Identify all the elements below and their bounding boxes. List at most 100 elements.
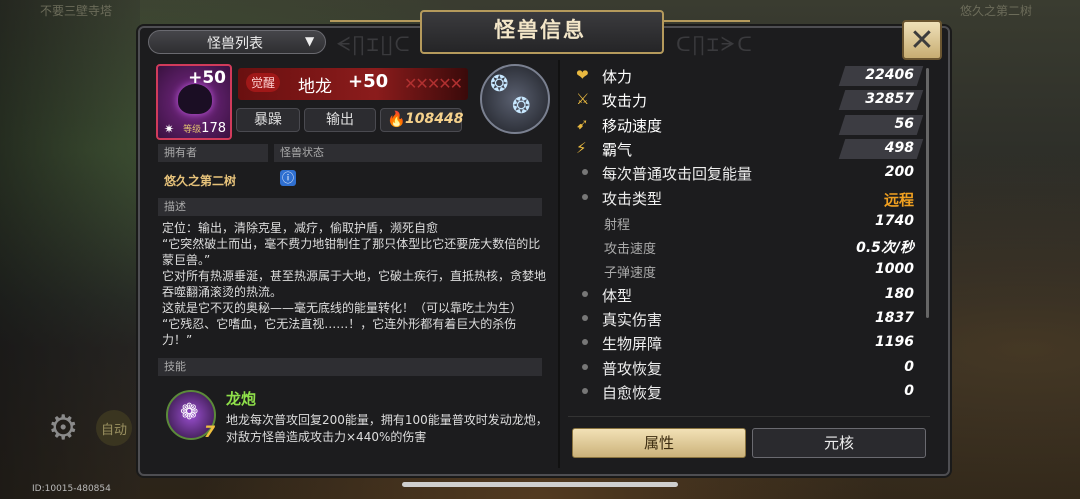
name-bar-pattern: ✕✕✕✕✕ bbox=[404, 74, 463, 93]
monster-list-dropdown[interactable]: 怪兽列表 ▼ bbox=[148, 30, 326, 54]
stats-scrollbar[interactable] bbox=[926, 68, 929, 318]
tab-attributes[interactable]: 属性 bbox=[572, 428, 746, 458]
stat-label: 子弹速度 bbox=[604, 266, 657, 282]
tab-core[interactable]: 元核 bbox=[752, 428, 926, 458]
skill-name: 龙炮 bbox=[226, 390, 257, 408]
claw-icon: ⚡ bbox=[576, 138, 587, 157]
description-header: 描述 bbox=[158, 198, 542, 216]
status-icon[interactable]: ⓘ bbox=[280, 170, 296, 186]
settings-gear-icon[interactable]: ⚙ bbox=[48, 408, 78, 448]
bullet-icon bbox=[582, 193, 588, 200]
stat-value: 180 bbox=[884, 285, 914, 302]
stat-value: 56 bbox=[894, 115, 914, 132]
skill-header: 技能 bbox=[158, 358, 542, 376]
stat-label: 攻击速度 bbox=[604, 242, 657, 258]
stats-divider bbox=[568, 416, 930, 417]
stat-label: 攻击力 bbox=[602, 92, 648, 111]
stat-value: 1837 bbox=[875, 310, 914, 326]
trait-badge: 暴躁 bbox=[236, 108, 300, 132]
stat-value: 1740 bbox=[875, 212, 914, 229]
description-line: 定位：输出，清除克星，减疗，偷取护盾，濒死自愈 bbox=[162, 221, 439, 235]
stat-row: 真实伤害 1837 bbox=[568, 307, 920, 331]
description-line: 它对所有热源垂涎，甚至热源属于大地，它破土疾行，直抵热核，贪婪地吞噬翻涌滚烫的热… bbox=[162, 269, 547, 299]
stat-label: 普攻恢复 bbox=[602, 359, 663, 378]
description-text: 定位：输出，清除克星，减疗，偷取护盾，濒死自愈 “它突然破土而出，毫不费力地钳制… bbox=[162, 220, 546, 348]
stat-value: 1196 bbox=[875, 334, 914, 351]
bullet-icon bbox=[582, 315, 588, 321]
page-title: 怪兽信息 bbox=[494, 18, 586, 42]
monster-avatar bbox=[178, 84, 212, 114]
stat-value: 0 bbox=[904, 382, 914, 399]
bullet-icon bbox=[582, 290, 588, 297]
stat-row: 攻击类型 远程 bbox=[568, 186, 920, 210]
chevron-down-icon: ▼ bbox=[305, 34, 315, 48]
close-button[interactable]: ✕ bbox=[902, 20, 942, 60]
portrait-plus: +50 bbox=[188, 68, 226, 88]
wing-icon: ➹ bbox=[576, 114, 589, 133]
sword-icon: ⚔ bbox=[576, 90, 590, 109]
bullet-icon bbox=[582, 363, 588, 370]
player-id: ID:10015-480854 bbox=[32, 484, 111, 494]
bullet-icon bbox=[582, 169, 588, 176]
power-value: 108448 bbox=[405, 111, 464, 127]
stat-value: 远程 bbox=[883, 190, 914, 209]
stat-row: 体型 180 bbox=[568, 283, 920, 307]
skill-description: 地龙每次普攻回复200能量，拥有100能量普攻时发动龙炮，对敌方怪兽造成攻击力×… bbox=[226, 413, 548, 444]
stat-row: 普攻恢复 0 bbox=[568, 356, 920, 380]
awaken-badge: 觉醒 bbox=[246, 73, 281, 92]
background-label-right: 悠久之第二树 bbox=[960, 4, 1033, 18]
spirit-icon: ❂ bbox=[490, 72, 509, 97]
stat-value: 0.5次/秒 bbox=[856, 240, 914, 257]
stat-label: 真实伤害 bbox=[602, 311, 663, 329]
bullet-icon bbox=[582, 339, 588, 346]
description-line: 这就是它不灭的奥秘——毫无底线的能量转化！（可以靠吃土为生） bbox=[162, 301, 523, 315]
title-decoration-left: ᗕ∏⌶∐ᑕ bbox=[336, 32, 412, 56]
stat-label: 体型 bbox=[602, 286, 633, 305]
stat-row: 攻击速度 0.5次/秒 bbox=[568, 234, 920, 258]
stats-list[interactable]: ❤ 体力 22406 ⚔ 攻击力 32857 ➹ 移动速度 56 ⚡ 霸气 498 每次普通攻击回复能量… bbox=[568, 64, 934, 420]
level-label: 等级 bbox=[183, 125, 202, 135]
stat-row: ⚔ 攻击力 32857 bbox=[568, 88, 924, 112]
background-label-left: 不要三壁寺塔 bbox=[40, 4, 113, 18]
owner-header: 拥有者 bbox=[158, 144, 268, 162]
description-line: “它突然破土而出，毫不费力地钳制住了那只体型比它还要庞大数倍的比蒙巨兽。” bbox=[162, 237, 541, 267]
monster-name-bar: 觉醒 地龙 +50 ✕✕✕✕✕ bbox=[238, 68, 468, 100]
monster-portrait[interactable]: +50 ✷ 等级178 bbox=[156, 64, 232, 140]
lotus-icon: ❁ bbox=[180, 400, 199, 425]
stat-value: 22406 bbox=[865, 67, 914, 83]
stat-row: 每次普通攻击回复能量 200 bbox=[568, 161, 920, 185]
monster-name: 地龙 bbox=[298, 77, 332, 97]
title-decoration-right: ᑕ∏⌶ᗒᑕ bbox=[676, 32, 754, 56]
stat-row: 自愈恢复 0 bbox=[568, 380, 920, 404]
power-display: 🔥 108448 bbox=[380, 108, 464, 132]
stat-row: 子弹速度 1000 bbox=[568, 258, 920, 282]
monster-level: 等级178 bbox=[183, 121, 226, 136]
description-line: “它残忍、它嗜血，它无法直视……！，它连外形都有着巨大的杀伤力！” bbox=[162, 317, 517, 347]
status-header: 怪兽状态 bbox=[274, 144, 542, 162]
level-value: 178 bbox=[201, 121, 226, 136]
auto-button[interactable]: 自动 bbox=[96, 410, 132, 446]
stat-row: 射程 1740 bbox=[568, 210, 920, 234]
heart-icon: ❤ bbox=[576, 66, 589, 84]
stat-value: 0 bbox=[904, 358, 914, 375]
stat-row: 生物屏障 1196 bbox=[568, 331, 920, 355]
element-emblem[interactable]: ❂ ❂ bbox=[480, 64, 550, 134]
title-wing-right bbox=[660, 20, 750, 22]
home-indicator[interactable] bbox=[402, 482, 678, 487]
stat-value: 1000 bbox=[875, 261, 914, 278]
stat-row: ➹ 移动速度 56 bbox=[568, 113, 924, 137]
stat-label: 移动速度 bbox=[602, 116, 663, 135]
stat-value: 498 bbox=[884, 139, 914, 156]
role-badge: 输出 bbox=[304, 108, 376, 132]
stat-label: 霸气 bbox=[602, 140, 633, 159]
stat-label: 生物屏障 bbox=[602, 335, 663, 354]
stat-label: 自愈恢复 bbox=[602, 383, 663, 402]
swirl-icon: ❂ bbox=[512, 94, 531, 119]
stat-value: 200 bbox=[884, 164, 914, 181]
stat-label: 体力 bbox=[602, 68, 633, 86]
stat-label: 每次普通攻击回复能量 bbox=[602, 165, 753, 184]
close-icon: ✕ bbox=[909, 22, 935, 58]
stat-label: 射程 bbox=[604, 217, 631, 233]
title-wing-left bbox=[330, 20, 420, 22]
dropdown-label: 怪兽列表 bbox=[207, 36, 263, 52]
